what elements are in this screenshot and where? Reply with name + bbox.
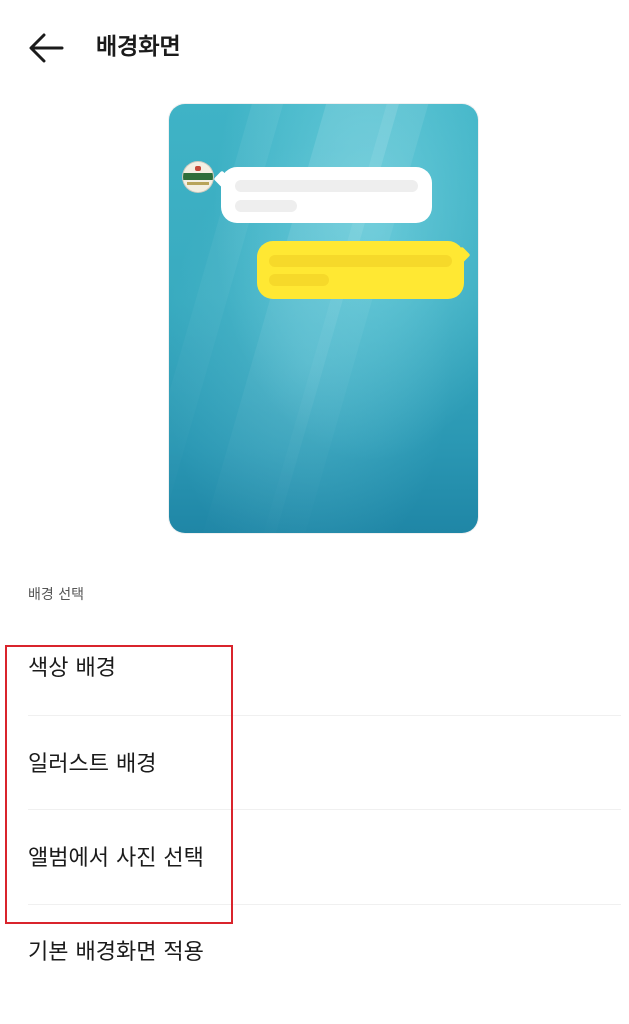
menu-item-label: 일러스트 배경 <box>28 752 157 777</box>
placeholder-text-line <box>269 255 452 267</box>
section-label-background-select: 배경 선택 <box>28 587 84 603</box>
menu-item-select-photo-from-album[interactable]: 앨범에서 사진 선택 <box>28 810 621 904</box>
placeholder-text-line <box>235 200 297 212</box>
placeholder-text-line <box>235 180 418 192</box>
profile-avatar-icon <box>182 161 214 193</box>
menu-item-color-background[interactable]: 색상 배경 <box>28 624 621 718</box>
outgoing-message-bubble <box>257 241 464 299</box>
top-app-bar: 배경화면 <box>0 0 629 96</box>
back-button[interactable] <box>22 24 70 72</box>
menu-item-label: 기본 배경화면 적용 <box>28 940 204 965</box>
menu-item-label: 앨범에서 사진 선택 <box>28 846 204 871</box>
wallpaper-preview <box>169 104 478 533</box>
arrow-left-icon <box>29 33 64 63</box>
placeholder-text-line <box>269 274 329 286</box>
menu-item-illustration-background[interactable]: 일러스트 배경 <box>28 716 621 810</box>
incoming-message-bubble <box>221 167 432 223</box>
page-title: 배경화면 <box>96 34 181 60</box>
menu-item-label: 색상 배경 <box>28 656 116 681</box>
menu-item-apply-default-wallpaper[interactable]: 기본 배경화면 적용 <box>28 905 621 999</box>
